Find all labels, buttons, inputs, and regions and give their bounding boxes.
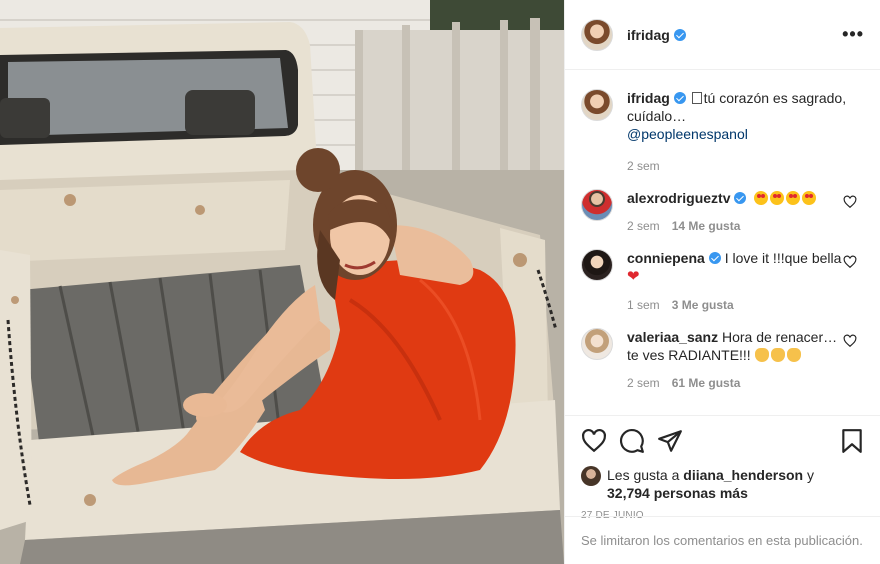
comment-time[interactable]: 2 sem [627,219,660,233]
verified-badge-icon [673,28,686,41]
post-caption: ifridag tú corazón es sagrado, cuídalo… … [581,89,865,175]
comment-item: alexrodrigueztv 2 sem 14 Me gusta [581,189,865,235]
star-struck-emoji-icon [802,191,817,205]
author-username[interactable]: ifridag [627,27,670,43]
clapping-hands-emoji-icon [786,348,801,362]
caption-avatar[interactable] [581,89,613,121]
comment-like-heart-icon[interactable] [843,255,857,269]
caption-username[interactable]: ifridag [627,90,670,106]
caption-emoji-icon [691,92,702,104]
comment-like-heart-icon[interactable] [843,334,857,348]
star-struck-emoji-icon [786,191,801,205]
comment-time[interactable]: 2 sem [627,376,660,390]
comment-like-heart-icon[interactable] [843,195,857,209]
commenter-avatar[interactable] [581,189,613,221]
star-struck-emoji-icon [754,191,769,205]
post-actions: Les gusta a diiana_henderson y 32,794 pe… [565,415,880,521]
likes-joiner: y [806,467,814,483]
likes-user[interactable]: diiana_henderson [683,467,803,483]
comments-limited-notice: Se limitaron los comentarios en esta pub… [565,516,880,564]
clapping-hands-emoji-icon [770,348,785,362]
post-photo[interactable] [0,0,564,564]
commenter-username[interactable]: conniepena [627,250,705,266]
comment-text: I love it !!!que bella [724,250,842,266]
clapping-emoji-group [754,347,803,363]
comments-list: ifridag tú corazón es sagrado, cuídalo… … [565,71,880,415]
verified-badge-icon [734,192,747,204]
liker-avatar[interactable] [581,466,601,486]
verified-badge-icon [708,252,721,264]
red-heart-emoji-icon: ❤ [627,268,640,285]
comment-likes[interactable]: 61 Me gusta [672,376,741,390]
clapping-hands-emoji-icon [754,348,769,362]
post-image [0,0,564,564]
comment-item: valeriaa_sanz Hora de renacer… te ves RA… [581,328,865,392]
comment-item: conniepena I love it !!!que bella ❤ 1 se… [581,249,865,314]
action-icons [581,426,865,456]
heart-icon[interactable] [581,428,607,454]
comment-likes[interactable]: 14 Me gusta [672,219,741,233]
verified-badge-icon [673,92,686,104]
post-side-panel: ifridag ••• ifridag tú corazón es sagrad… [564,0,880,564]
caption-time[interactable]: 2 sem [627,159,660,173]
star-struck-emoji-icon [770,191,785,205]
comment-time[interactable]: 1 sem [627,298,660,312]
author-avatar[interactable] [581,18,613,51]
commenter-avatar[interactable] [581,249,613,281]
star-struck-emoji-group [754,190,818,206]
share-icon[interactable] [657,428,683,454]
commenter-username[interactable]: valeriaa_sanz [627,329,718,345]
comment-icon[interactable] [619,428,645,454]
bookmark-icon[interactable] [839,428,865,454]
likes-others[interactable]: 32,794 personas más [607,485,748,501]
commenter-username[interactable]: alexrodrigueztv [627,190,730,206]
post-header: ifridag ••• [565,0,880,70]
caption-mention-link[interactable]: @peopleenespanol [627,126,748,142]
commenter-avatar[interactable] [581,328,613,360]
comment-likes[interactable]: 3 Me gusta [672,298,734,312]
more-horizontal-icon[interactable]: ••• [842,24,864,45]
likes-prefix: Les gusta a [607,467,680,483]
likes-summary: Les gusta a diiana_henderson y 32,794 pe… [581,466,865,502]
